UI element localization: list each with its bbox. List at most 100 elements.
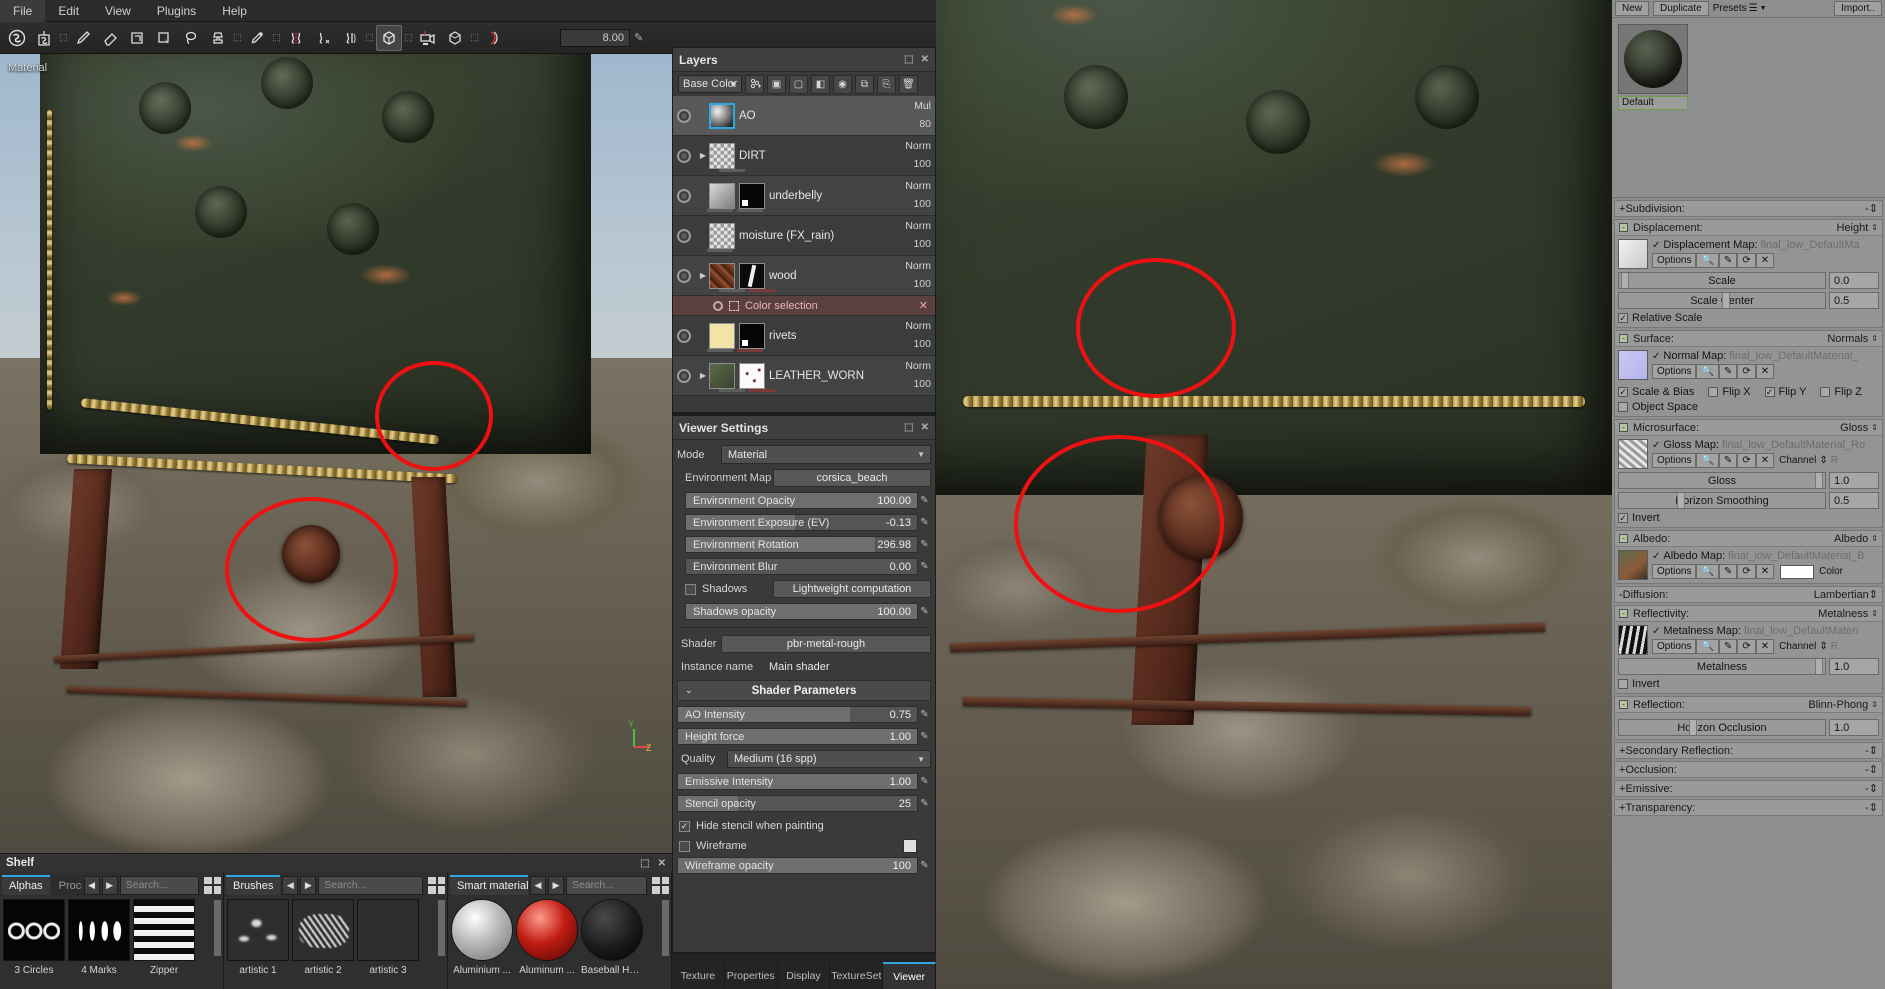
item-thumbnail[interactable] <box>292 899 354 961</box>
presets-menu[interactable]: Presets ☰ ▼ <box>1713 3 1767 14</box>
layer-row-leather-worn[interactable]: ▶ LEATHER_WORN Norm 100 <box>673 356 935 396</box>
shader-value[interactable]: pbr-metal-rough <box>721 635 931 653</box>
gloss-invert-check[interactable]: ✓ Invert <box>1618 512 1879 524</box>
checkmark-icon[interactable]: ✓ <box>1652 626 1660 637</box>
menu-item-plugins[interactable]: Plugins <box>144 0 209 22</box>
checkbox-icon[interactable] <box>1708 387 1719 397</box>
checkbox-icon[interactable] <box>1820 387 1831 397</box>
item-thumbnail[interactable] <box>68 899 130 961</box>
add-effect-icon[interactable]: ◉ <box>833 74 852 94</box>
ao-intensity-slider[interactable]: AO Intensity 0.75 ✎ <box>677 705 931 724</box>
float-panel-icon[interactable]: ⬚ <box>904 422 913 433</box>
checkbox-icon[interactable]: ✓ <box>1618 387 1628 397</box>
folder-expand-icon[interactable]: ▶ <box>697 371 709 380</box>
layer-instance-icon[interactable]: ⧉ <box>855 74 874 94</box>
layer-visibility-toggle[interactable] <box>677 228 691 243</box>
next-arrow-icon[interactable]: ▶ <box>101 875 118 895</box>
options-button[interactable]: Options <box>1652 364 1697 379</box>
spinner-icon[interactable]: ⇕ <box>1871 223 1878 232</box>
clone-stamp-icon[interactable] <box>205 25 231 51</box>
group-diffusion[interactable]: - Diffusion: Lambertian ⇕ <box>1614 586 1883 603</box>
displacement-scale-slider[interactable]: Scale 0.0 <box>1618 272 1879 289</box>
tab-smart-materials[interactable]: Smart materials <box>450 875 528 895</box>
metalness-invert-check[interactable]: Invert <box>1618 678 1879 690</box>
search-icon[interactable]: 🔍 <box>1696 639 1719 654</box>
layer-blend-mode[interactable]: Norm <box>875 320 931 332</box>
options-button[interactable]: Options <box>1652 253 1697 268</box>
search-icon[interactable]: 🔍 <box>1696 564 1719 579</box>
layer-visibility-toggle[interactable] <box>677 108 691 123</box>
shader-parameters-header[interactable]: ⌄ Shader Parameters <box>677 680 931 701</box>
add-folder-icon[interactable]: ▢ <box>789 74 808 94</box>
eraser-icon[interactable] <box>97 25 123 51</box>
hide-stencil-row[interactable]: ✓ Hide stencil when painting <box>677 816 931 836</box>
group-emissive[interactable]: + Emissive: - ⇕ <box>1614 780 1883 797</box>
reload-icon[interactable]: ⟳ <box>1737 564 1756 579</box>
layer-blend-mode[interactable]: Norm <box>875 220 931 232</box>
expand-arrow-icon-4[interactable]: ⬚ <box>364 32 375 43</box>
emissive-intensity-slider[interactable]: Emissive Intensity 1.00 ✎ <box>677 772 931 791</box>
layer-row-ao[interactable]: AO Mul 80 <box>673 96 935 136</box>
object-space-check[interactable]: Object Space <box>1618 401 1879 413</box>
tab-viewer[interactable]: Viewer <box>883 962 936 989</box>
prev-arrow-icon[interactable]: ◀ <box>83 875 100 895</box>
group-surface-header[interactable]: - Surface: Normals ⇕ <box>1615 331 1882 347</box>
grid-view-icon[interactable] <box>428 876 445 894</box>
next-arrow-icon[interactable]: ▶ <box>300 875 317 895</box>
collapse-icon[interactable]: - <box>1619 534 1628 543</box>
layer-visibility-toggle[interactable] <box>677 188 691 203</box>
checkmark-icon[interactable]: ✓ <box>1652 240 1660 251</box>
reload-icon[interactable]: ⟳ <box>1737 364 1756 379</box>
layer-thumbnail[interactable] <box>709 182 735 209</box>
clear-icon[interactable]: ✕ <box>1755 253 1775 268</box>
layer-thumbnail[interactable] <box>709 222 735 249</box>
normal-map-thumbnail[interactable] <box>1618 350 1648 380</box>
spinner-icon[interactable]: ⇕ <box>1871 423 1878 432</box>
environment-blur-slider[interactable]: Environment Blur 0.00 ✎ <box>685 557 931 576</box>
new-button[interactable]: New <box>1615 1 1650 16</box>
metalness-channel-selector[interactable]: Channel ⇕ R <box>1779 641 1838 652</box>
menu-item-view[interactable]: View <box>92 0 144 22</box>
collapse-icon[interactable]: - <box>1619 423 1628 432</box>
lasso-icon[interactable] <box>178 25 204 51</box>
edit-pencil-icon[interactable]: ✎ <box>918 606 931 617</box>
environment-map-value[interactable]: corsica_beach <box>773 469 931 487</box>
layer-row-dirt[interactable]: ▶ DIRT Norm 100 <box>673 136 935 176</box>
layer-row-wood[interactable]: ▶ wood Norm 100 <box>673 256 935 296</box>
duplicate-button[interactable]: Duplicate <box>1653 1 1709 16</box>
import-button[interactable]: Import.. <box>1834 1 1882 16</box>
edit-pencil-icon[interactable]: ✎ <box>918 517 931 528</box>
folder-expand-icon[interactable]: ▶ <box>697 271 709 280</box>
tab-textureset[interactable]: TextureSet <box>830 962 884 989</box>
shadows-checkbox[interactable] <box>685 583 696 595</box>
shelf-item[interactable]: 4 Marks <box>68 899 130 976</box>
layer-opacity[interactable]: 100 <box>875 378 931 390</box>
close-icon[interactable]: ✕ <box>921 422 929 433</box>
material-name-input[interactable]: Default <box>1618 96 1688 110</box>
tab-properties[interactable]: Properties <box>724 962 778 989</box>
symmetry-icon[interactable] <box>283 25 309 51</box>
wireframe-row[interactable]: Wireframe <box>677 836 931 856</box>
layer-mask-thumbnail[interactable] <box>739 182 765 209</box>
shadows-mode-value[interactable]: Lightweight computation <box>773 580 931 598</box>
spinner-icon[interactable]: ⇕ <box>1871 609 1878 618</box>
spinner-icon[interactable]: ⇕ <box>1869 202 1878 215</box>
layer-thumbnail[interactable] <box>709 362 735 389</box>
spinner-icon[interactable]: ⇕ <box>1869 763 1878 776</box>
viewport-3d-left[interactable]: Material Y Z <box>0 54 672 853</box>
group-occlusion[interactable]: + Occlusion: - ⇕ <box>1614 761 1883 778</box>
symmetry-off-icon[interactable] <box>310 25 336 51</box>
group-subdivision[interactable]: + Subdivision: - ⇕ <box>1614 200 1883 217</box>
polygon-fill-icon[interactable] <box>151 25 177 51</box>
edit-pencil-icon[interactable]: ✎ <box>918 776 931 787</box>
grid-view-icon[interactable] <box>652 876 669 894</box>
layer-row-rivets[interactable]: rivets Norm 100 <box>673 316 935 356</box>
checkbox-icon[interactable]: ✓ <box>1764 387 1775 397</box>
projection-icon[interactable] <box>124 25 150 51</box>
viewport-3d-right[interactable] <box>936 0 1612 989</box>
effect-visibility-toggle[interactable] <box>713 300 723 311</box>
geometry-cube-icon[interactable] <box>442 25 468 51</box>
shadows-opacity-slider[interactable]: Shadows opacity 100.00 ✎ <box>685 602 931 621</box>
layer-visibility-toggle[interactable] <box>677 148 691 163</box>
layer-thumbnail[interactable] <box>709 262 735 289</box>
